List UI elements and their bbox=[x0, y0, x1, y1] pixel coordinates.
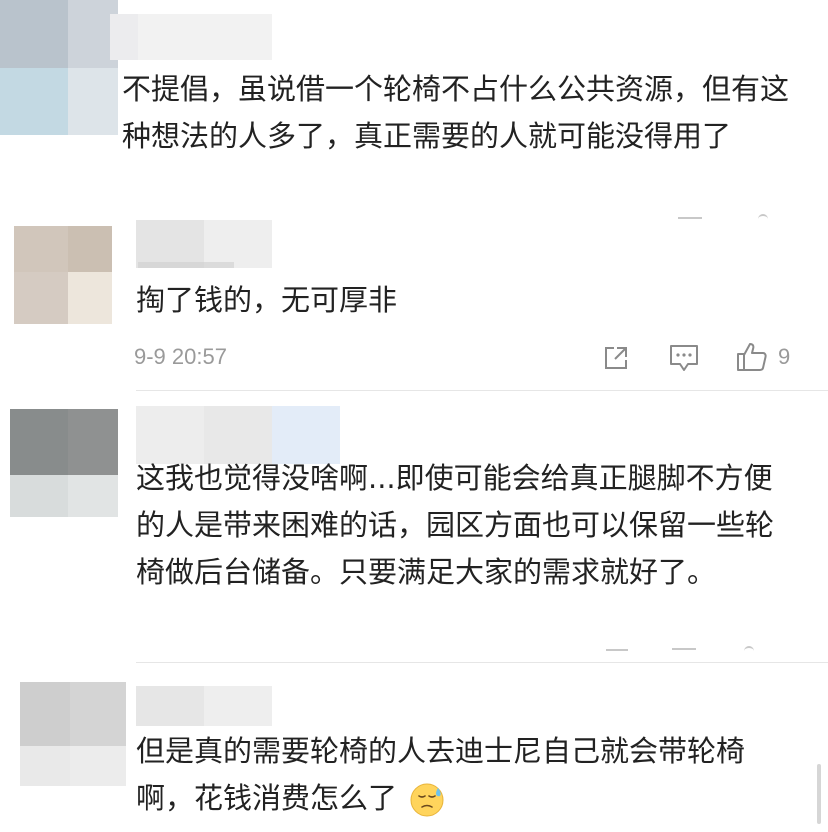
share-icon[interactable] bbox=[600, 342, 632, 374]
divider bbox=[136, 390, 828, 391]
comment-time: 9-9 20:57 bbox=[134, 344, 227, 369]
like-count: 9 bbox=[778, 344, 791, 369]
comment-text: 掏了钱的，无可厚非 bbox=[136, 283, 398, 317]
comment-text: 不提倡，虽说借一个轮椅不占什么公共资源，但有这种想法的人多了，真正需要的人就可能… bbox=[122, 72, 790, 153]
avatar[interactable] bbox=[10, 409, 118, 517]
comment-text: 这我也觉得没啥啊...即使可能会给真正腿脚不方便的人是带来困难的话，园区方面也可… bbox=[136, 461, 775, 589]
sweat-face-emoji bbox=[410, 782, 446, 818]
avatar[interactable] bbox=[20, 682, 126, 786]
clipped-action-row bbox=[600, 644, 760, 654]
avatar[interactable] bbox=[14, 226, 112, 324]
username-blurred[interactable] bbox=[136, 220, 272, 268]
comment-icon[interactable] bbox=[666, 342, 702, 374]
username-blurred[interactable] bbox=[110, 14, 272, 60]
clipped-action-row bbox=[660, 212, 780, 222]
thumbs-up-icon[interactable] bbox=[734, 340, 770, 374]
scrollbar[interactable] bbox=[817, 764, 821, 824]
username-blurred[interactable] bbox=[136, 686, 272, 726]
avatar[interactable] bbox=[0, 0, 118, 135]
divider bbox=[136, 662, 828, 663]
comment-text: 但是真的需要轮椅的人去迪士尼自己就会带轮椅啊，花钱消费怎么了 bbox=[136, 728, 800, 822]
